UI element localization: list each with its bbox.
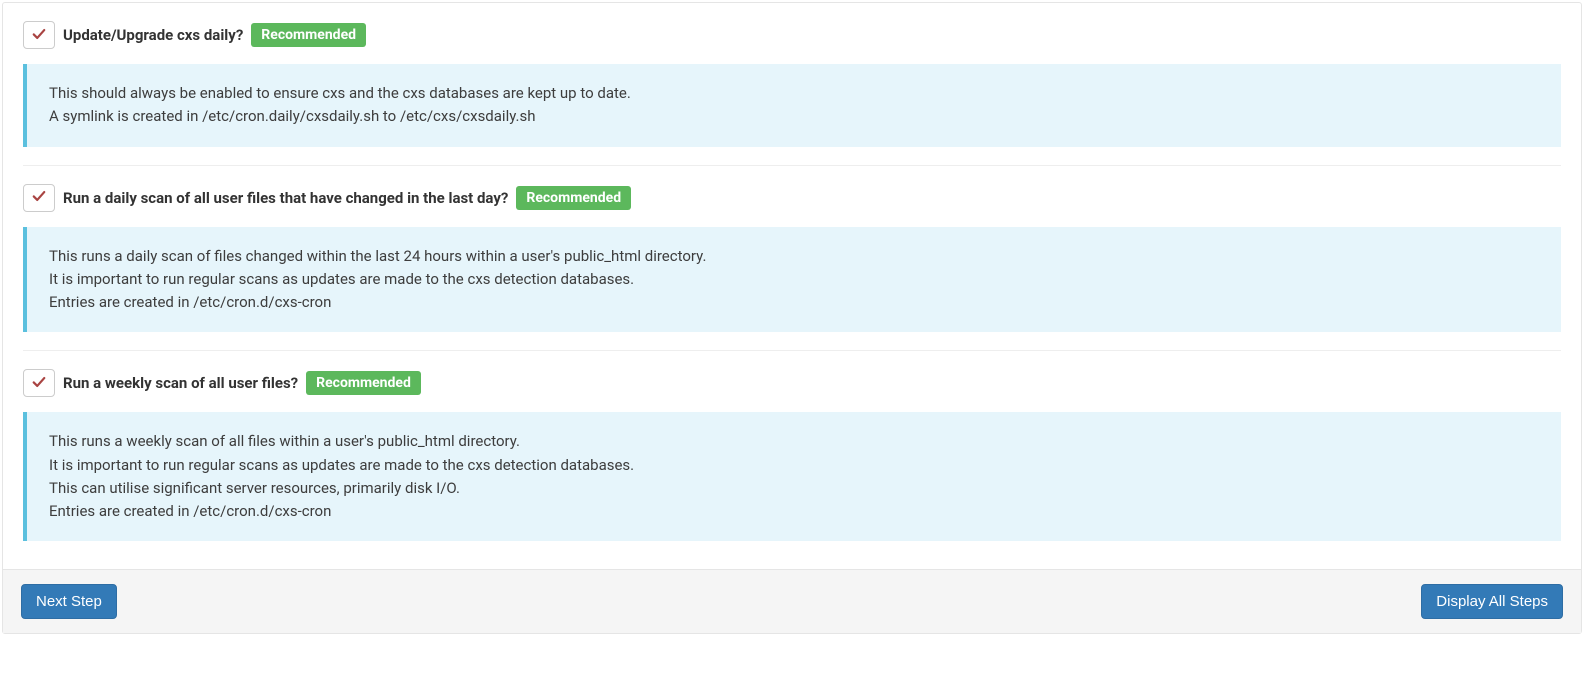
option-title: Run a daily scan of all user files that … (63, 189, 508, 207)
option-update-upgrade: Update/Upgrade cxs daily? Recommended Th… (23, 21, 1561, 147)
settings-panel: Update/Upgrade cxs daily? Recommended Th… (2, 2, 1582, 634)
option-title: Update/Upgrade cxs daily? (63, 26, 243, 44)
check-icon (32, 189, 46, 206)
info-line: It is important to run regular scans as … (49, 268, 1539, 291)
checkbox-toggle[interactable] (23, 21, 55, 49)
info-line: Entries are created in /etc/cron.d/cxs-c… (49, 500, 1539, 523)
option-header: Run a daily scan of all user files that … (23, 184, 1561, 212)
recommended-badge: Recommended (516, 186, 631, 210)
display-all-steps-button[interactable]: Display All Steps (1421, 584, 1563, 619)
check-icon (32, 375, 46, 392)
check-icon (32, 27, 46, 44)
divider (23, 350, 1561, 351)
option-header: Update/Upgrade cxs daily? Recommended (23, 21, 1561, 49)
checkbox-toggle[interactable] (23, 369, 55, 397)
option-daily-scan: Run a daily scan of all user files that … (23, 184, 1561, 333)
info-box: This runs a daily scan of files changed … (23, 227, 1561, 333)
panel-body: Update/Upgrade cxs daily? Recommended Th… (3, 3, 1581, 569)
option-title: Run a weekly scan of all user files? (63, 374, 298, 392)
info-line: This runs a daily scan of files changed … (49, 245, 1539, 268)
info-line: A symlink is created in /etc/cron.daily/… (49, 105, 1539, 128)
option-weekly-scan: Run a weekly scan of all user files? Rec… (23, 369, 1561, 541)
info-line: Entries are created in /etc/cron.d/cxs-c… (49, 291, 1539, 314)
divider (23, 165, 1561, 166)
info-line: It is important to run regular scans as … (49, 454, 1539, 477)
info-line: This can utilise significant server reso… (49, 477, 1539, 500)
recommended-badge: Recommended (306, 371, 421, 395)
info-line: This should always be enabled to ensure … (49, 82, 1539, 105)
next-step-button[interactable]: Next Step (21, 584, 117, 619)
recommended-badge: Recommended (251, 23, 366, 47)
checkbox-toggle[interactable] (23, 184, 55, 212)
option-header: Run a weekly scan of all user files? Rec… (23, 369, 1561, 397)
info-box: This runs a weekly scan of all files wit… (23, 412, 1561, 541)
panel-footer: Next Step Display All Steps (3, 569, 1581, 633)
info-line: This runs a weekly scan of all files wit… (49, 430, 1539, 453)
info-box: This should always be enabled to ensure … (23, 64, 1561, 147)
